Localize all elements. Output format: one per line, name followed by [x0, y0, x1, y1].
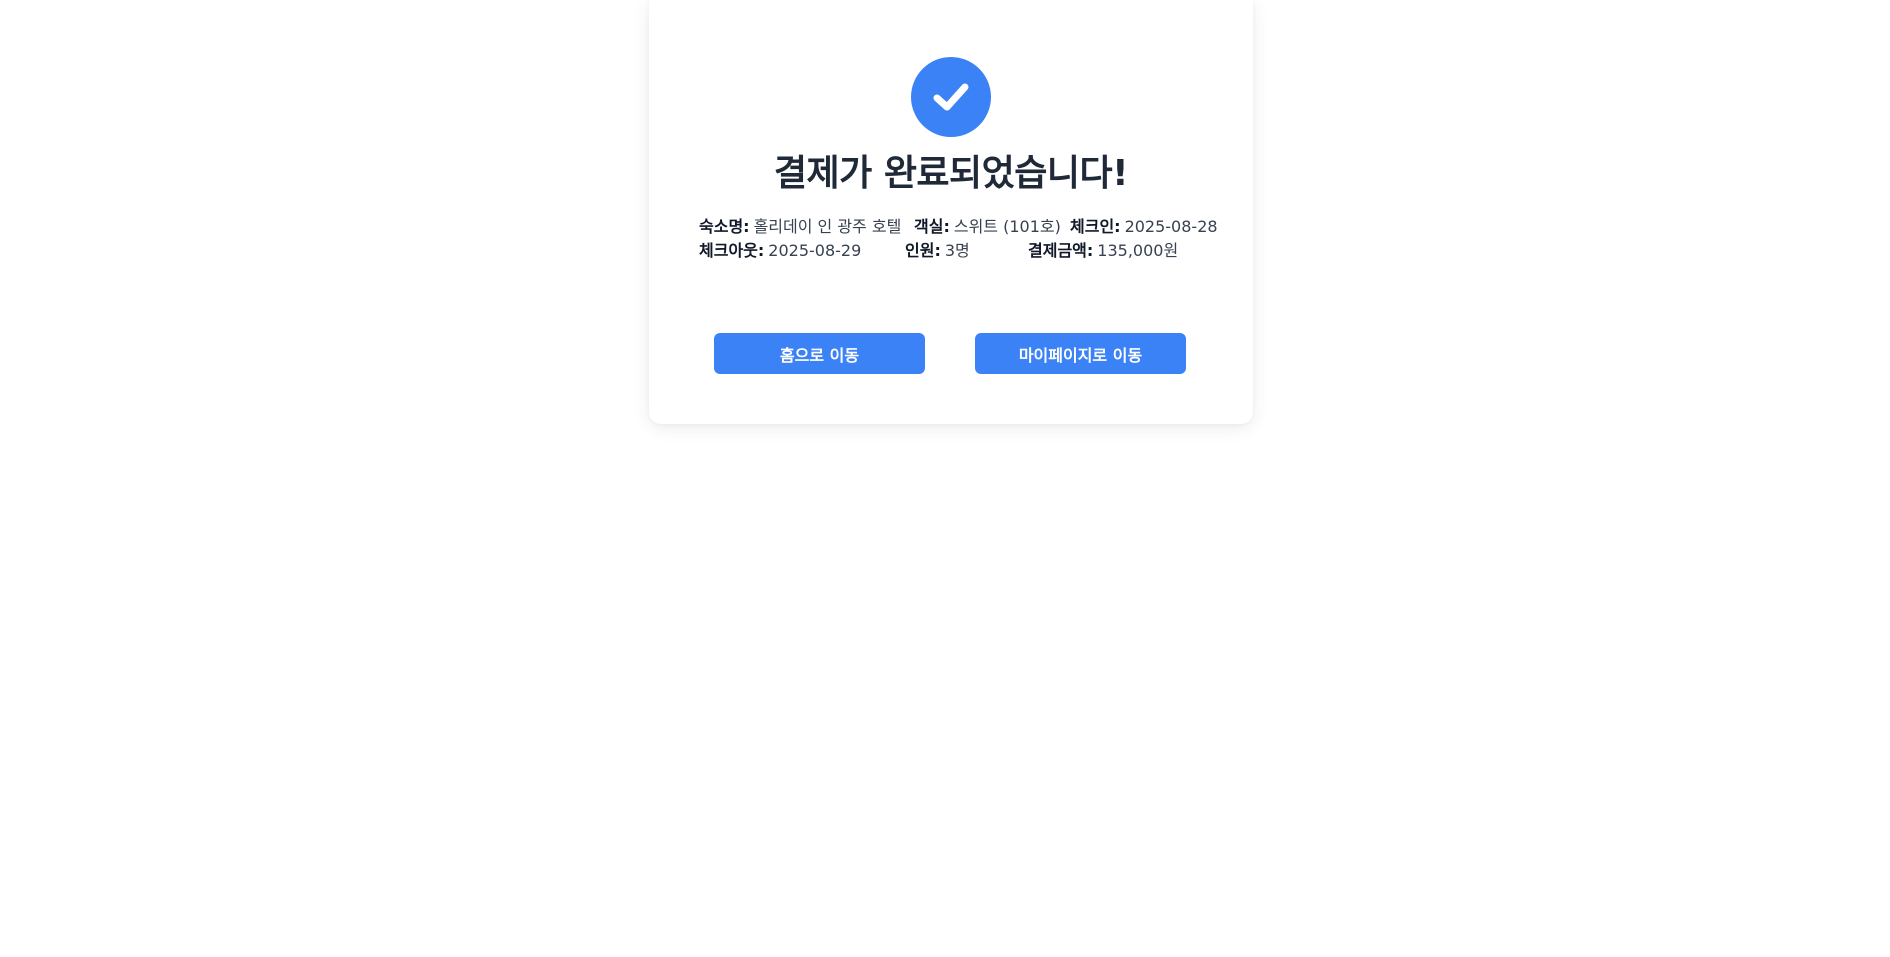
info-checkin-label: 체크인: — [1070, 217, 1121, 236]
info-checkout-value: 2025-08-29 — [768, 241, 862, 260]
info-checkout-label: 체크아웃: — [699, 241, 765, 260]
info-guests-value: 3명 — [944, 241, 970, 260]
info-amount-label: 결제금액: — [1028, 241, 1094, 260]
checkmark-icon — [933, 83, 969, 111]
info-guests: 인원: 3명 — [905, 239, 970, 263]
info-amount: 결제금액: 135,000원 — [1028, 239, 1178, 263]
info-accommodation-value: 홀리데이 인 광주 호텔 — [753, 217, 902, 236]
info-room-value: 스위트 (101호) — [953, 217, 1061, 236]
info-room: 객실: 스위트 (101호) — [914, 215, 1061, 239]
info-amount-value: 135,000원 — [1097, 241, 1179, 260]
go-home-button[interactable]: 홈으로 이동 — [714, 333, 925, 374]
info-accommodation: 숙소명: 홀리데이 인 광주 호텔 — [699, 215, 901, 239]
info-checkin: 체크인: 2025-08-28 — [1070, 215, 1218, 239]
go-mypage-button[interactable]: 마이페이지로 이동 — [975, 333, 1186, 374]
check-circle-icon — [911, 57, 991, 137]
page-title: 결제가 완료되었습니다! — [773, 153, 1129, 194]
info-checkout: 체크아웃: 2025-08-29 — [699, 239, 861, 263]
info-accommodation-label: 숙소명: — [699, 217, 750, 236]
info-guests-label: 인원: — [905, 241, 941, 260]
info-checkin-value: 2025-08-28 — [1124, 217, 1218, 236]
info-room-label: 객실: — [914, 217, 950, 236]
payment-complete-card: 결제가 완료되었습니다! 숙소명: 홀리데이 인 광주 호텔 객실: 스위트 (10… — [649, 0, 1253, 424]
